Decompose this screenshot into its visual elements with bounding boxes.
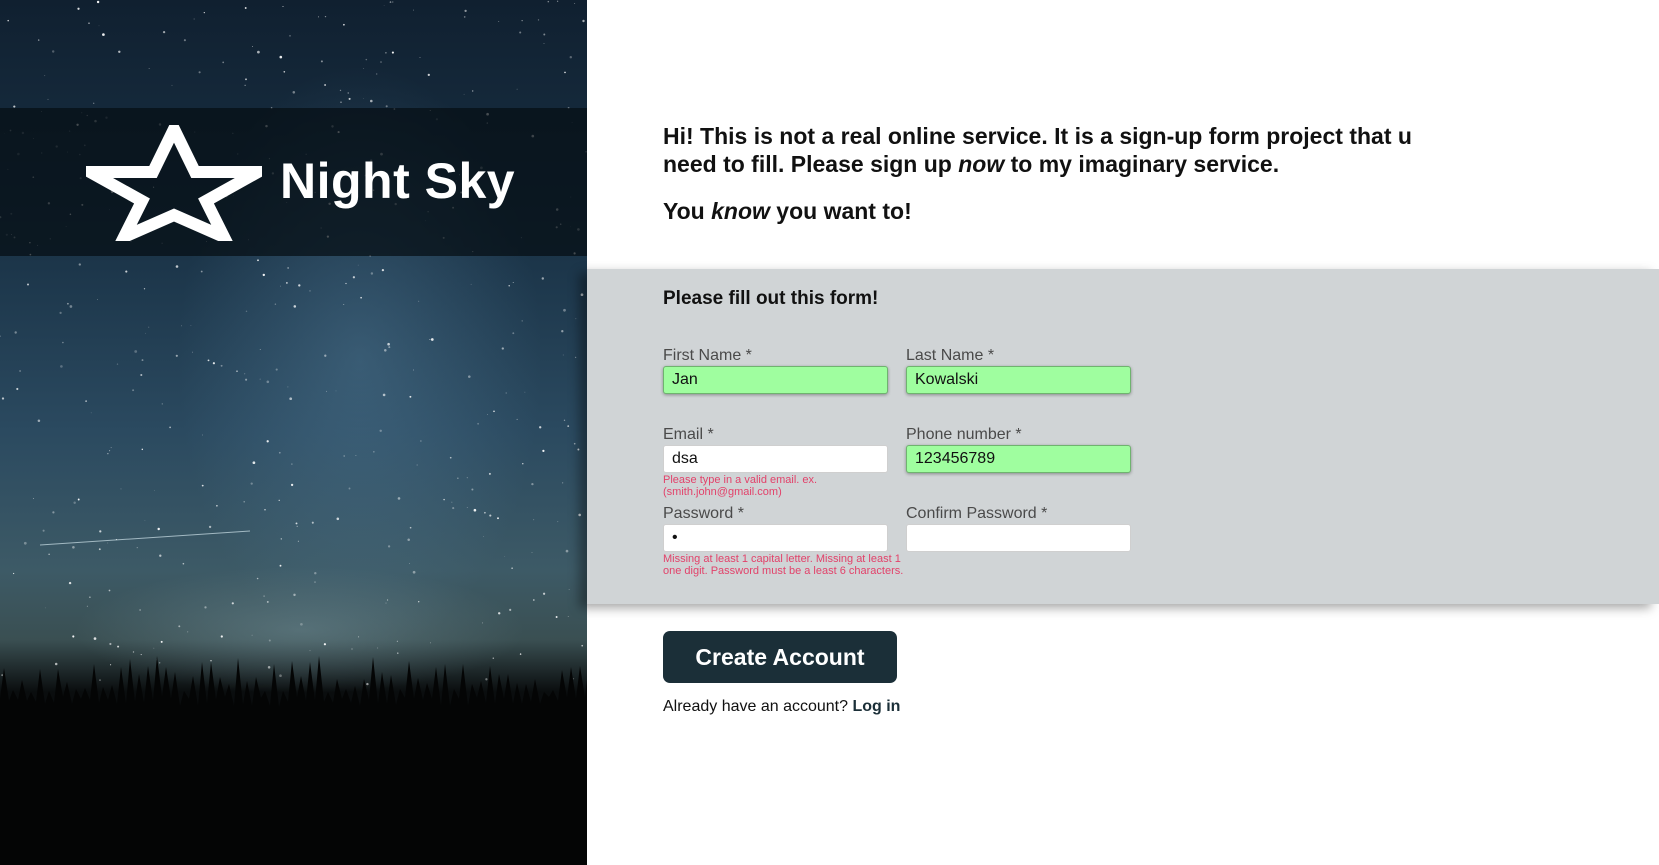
intro-text: Hi! This is not a real online service. I… (663, 122, 1443, 225)
phone-label: Phone number * (906, 426, 1022, 443)
last-name-input[interactable] (906, 366, 1131, 394)
create-account-button[interactable]: Create Account (663, 631, 897, 683)
phone-field: Phone number * (906, 425, 1131, 473)
form-title: Please fill out this form! (663, 288, 879, 309)
password-error-message: Missing at least 1 capital letter. Missi… (663, 553, 904, 577)
email-input[interactable] (663, 445, 888, 473)
password-label: Password * (663, 505, 744, 522)
treeline-silhouette (0, 656, 587, 865)
phone-input[interactable] (906, 445, 1131, 473)
confirm-password-field: Confirm Password * (906, 504, 1131, 552)
email-label: Email * (663, 426, 714, 443)
email-field: Email * Please type in a valid email. ex… (663, 425, 888, 498)
confirm-password-input[interactable] (906, 524, 1131, 552)
first-name-label: First Name * (663, 347, 752, 364)
first-name-field: First Name * (663, 346, 888, 394)
first-name-input[interactable] (663, 366, 888, 394)
login-prompt: Already have an account? Log in (663, 698, 900, 716)
login-link[interactable]: Log in (852, 698, 900, 715)
meteor-streak (39, 530, 251, 546)
password-field: Password * Missing at least 1 capital le… (663, 504, 903, 577)
intro-paragraph-2: You know you want to! (663, 198, 912, 224)
brand-name: Night Sky (280, 153, 516, 209)
login-prompt-text: Already have an account? (663, 698, 853, 715)
star-outline-icon (86, 125, 262, 241)
confirm-password-label: Confirm Password * (906, 505, 1048, 522)
last-name-label: Last Name * (906, 347, 995, 364)
email-error-message: Please type in a valid email. ex. (smith… (663, 474, 818, 498)
password-input[interactable] (663, 524, 888, 552)
intro-paragraph-1: Hi! This is not a real online service. I… (663, 123, 1412, 177)
last-name-field: Last Name * (906, 346, 1131, 394)
